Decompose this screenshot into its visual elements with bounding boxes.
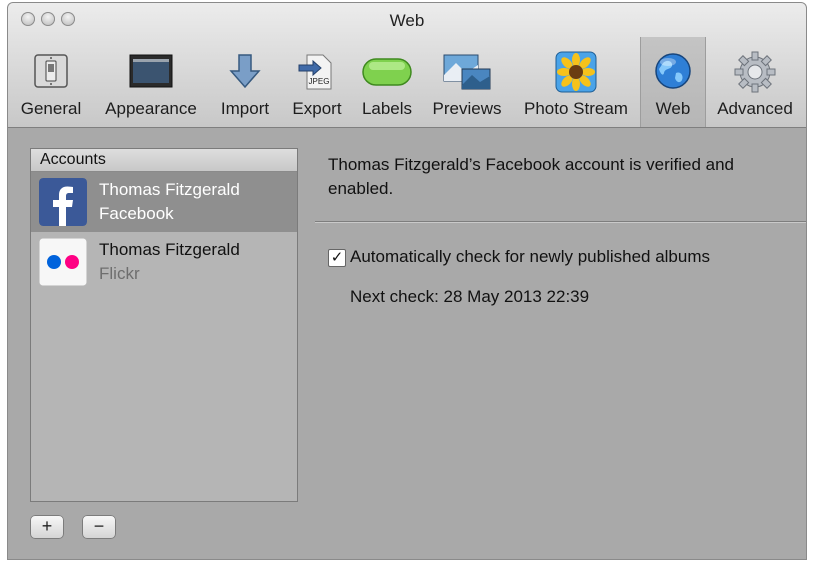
auto-check-checkbox[interactable]: ✓ — [328, 249, 346, 267]
tab-labels[interactable]: Labels — [356, 37, 418, 127]
auto-check-label[interactable]: Automatically check for newly published … — [350, 247, 710, 267]
tab-general-label: General — [20, 99, 82, 118]
accounts-list[interactable]: Accounts Thomas Fitzgerald Facebook Thom… — [30, 148, 298, 502]
download-arrow-icon — [229, 54, 261, 89]
photos-icon — [443, 54, 491, 90]
sunflower-icon — [555, 51, 597, 93]
tab-photo-stream-label: Photo Stream — [524, 99, 628, 118]
facebook-icon — [39, 178, 87, 226]
tab-photo-stream[interactable]: Photo Stream — [514, 37, 638, 127]
tab-web[interactable]: Web — [640, 37, 706, 127]
tab-advanced-label: Advanced — [717, 99, 793, 118]
label-pill-icon — [362, 58, 412, 86]
account-service: Flickr — [99, 264, 140, 283]
tab-export[interactable]: JPEG Export — [284, 37, 350, 127]
jpeg-badge: JPEG — [309, 77, 330, 86]
tab-appearance[interactable]: Appearance — [96, 37, 206, 127]
title-toolbar: Web General Appearance Import JPEG Expor… — [8, 3, 806, 128]
tab-advanced[interactable]: Advanced — [710, 37, 800, 127]
tab-import-label: Import — [220, 99, 270, 118]
account-name: Thomas Fitzgerald — [99, 240, 240, 259]
globe-icon — [655, 53, 691, 89]
preferences-window: Web General Appearance Import JPEG Expor… — [8, 3, 806, 559]
add-account-button[interactable]: + — [30, 515, 64, 539]
gear-icon — [734, 51, 776, 93]
divider — [315, 221, 806, 222]
next-check-text: Next check: 28 May 2013 22:39 — [350, 287, 590, 306]
account-row-flickr[interactable]: Thomas Fitzgerald Flickr — [31, 232, 297, 292]
account-service: Facebook — [99, 204, 174, 223]
account-status-text: Thomas Fitzgerald’s Facebook account is … — [328, 155, 734, 198]
account-row-facebook[interactable]: Thomas Fitzgerald Facebook — [31, 172, 297, 232]
tab-appearance-label: Appearance — [105, 99, 197, 118]
jpeg-file-icon: JPEG — [298, 54, 332, 90]
tab-general[interactable]: General — [12, 37, 90, 127]
remove-account-button[interactable]: − — [82, 515, 116, 539]
tab-web-label: Web — [655, 99, 691, 118]
account-name: Thomas Fitzgerald — [99, 180, 240, 199]
tab-previews-label: Previews — [432, 99, 502, 118]
tab-import[interactable]: Import — [212, 37, 278, 127]
tab-export-label: Export — [292, 99, 342, 118]
accounts-header: Accounts — [31, 149, 297, 172]
window-title: Web — [389, 11, 425, 30]
flickr-icon — [39, 238, 87, 286]
tab-previews[interactable]: Previews — [426, 37, 508, 127]
display-icon — [129, 54, 173, 88]
light-switch-icon — [34, 54, 68, 88]
tab-labels-label: Labels — [361, 99, 413, 118]
